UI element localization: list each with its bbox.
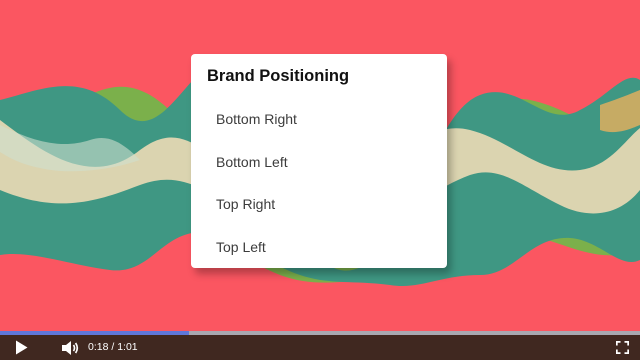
volume-icon <box>61 340 78 355</box>
fullscreen-button[interactable] <box>610 335 634 360</box>
duration: 1:01 <box>117 341 138 353</box>
play-icon <box>15 340 27 355</box>
option-bottom-right[interactable]: Bottom Right <box>191 98 447 141</box>
brand-positioning-menu: Brand Positioning Bottom Right Bottom Le… <box>191 54 447 268</box>
option-bottom-left[interactable]: Bottom Left <box>191 141 447 184</box>
video-player: Brand Positioning Bottom Right Bottom Le… <box>0 0 640 360</box>
current-time: 0:18 <box>88 341 109 353</box>
control-bar: 0:18 / 1:01 <box>0 335 640 360</box>
volume-button[interactable] <box>58 335 82 360</box>
menu-title: Brand Positioning <box>207 67 350 85</box>
play-button[interactable] <box>8 335 34 360</box>
position-options-list: Bottom Right Bottom Left Top Right Top L… <box>191 98 447 268</box>
fullscreen-icon <box>615 341 629 354</box>
time-display: 0:18 / 1:01 <box>88 335 138 360</box>
option-top-right[interactable]: Top Right <box>191 183 447 226</box>
option-top-left[interactable]: Top Left <box>191 226 447 269</box>
time-separator: / <box>111 341 115 353</box>
